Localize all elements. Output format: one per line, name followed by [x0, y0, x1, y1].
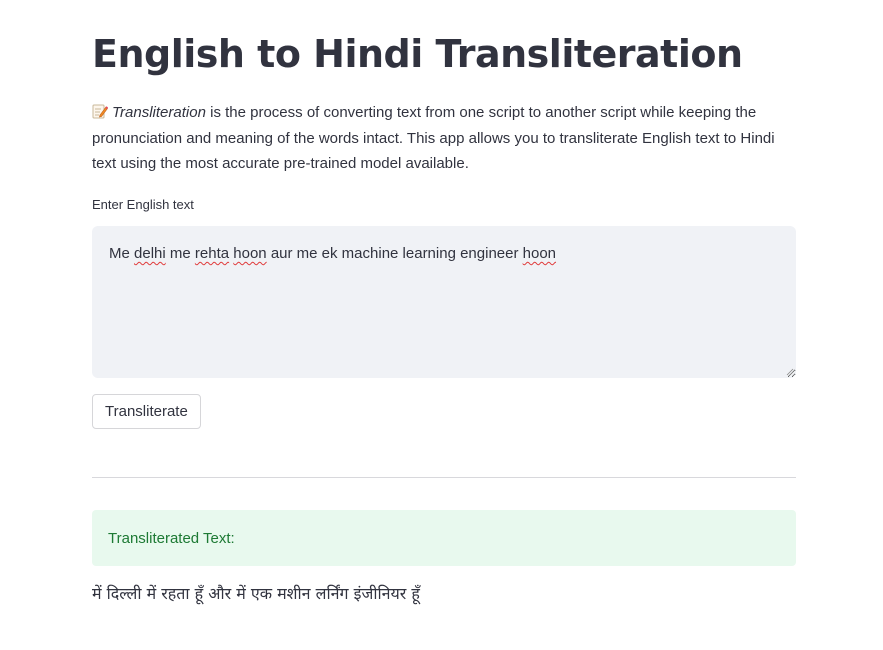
success-banner: Transliterated Text: [92, 510, 796, 566]
resize-handle-icon[interactable] [786, 368, 794, 376]
memo-icon [92, 102, 109, 119]
transliterate-button[interactable]: Transliterate [92, 394, 201, 429]
input-label: Enter English text [92, 197, 194, 212]
english-text-input[interactable] [92, 226, 796, 378]
transliterated-output: में दिल्ली में रहता हूँ और में एक मशीन ल… [92, 584, 420, 603]
page-title: English to Hindi Transliteration [92, 32, 743, 76]
success-banner-text: Transliterated Text: [108, 529, 235, 547]
english-text-area-container: Me delhi me rehta hoon aur me ek machine… [92, 226, 796, 378]
description-emphasis: Transliteration [112, 104, 206, 121]
page-description: Transliteration is the process of conver… [92, 100, 796, 177]
divider [92, 477, 796, 478]
